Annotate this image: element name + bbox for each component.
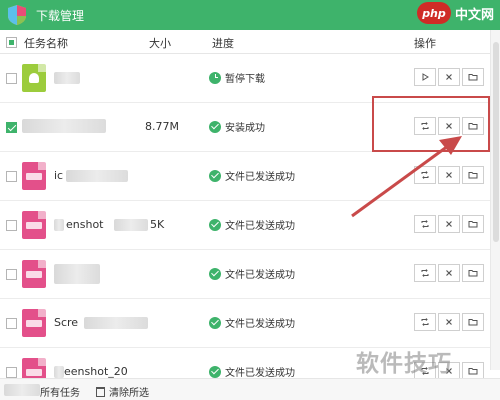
trash-icon <box>96 386 105 397</box>
footer-blurred <box>4 384 40 396</box>
footer-bar: 所有任务 清除所选 <box>0 378 500 400</box>
annotation-arrow <box>351 136 462 218</box>
clear-selected-button[interactable]: 清除所选 <box>96 384 149 399</box>
all-tasks-button[interactable]: 所有任务 <box>40 384 80 399</box>
site-watermark: 软件技巧 <box>356 351 452 377</box>
clear-selected-label: 清除所选 <box>109 388 149 399</box>
